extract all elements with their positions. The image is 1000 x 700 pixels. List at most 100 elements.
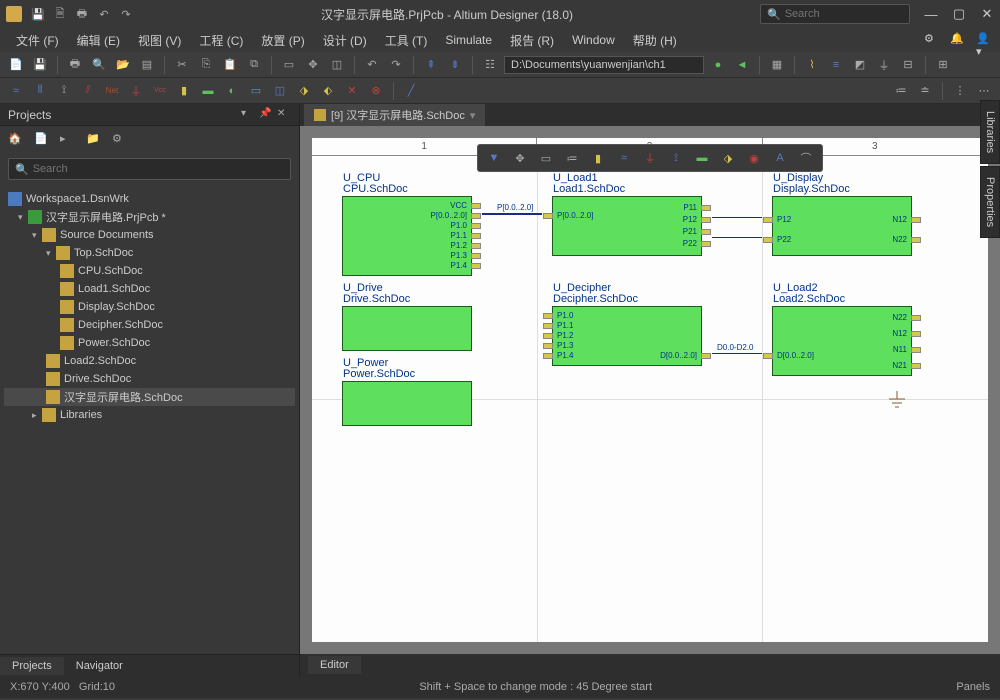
redo-icon[interactable]: ↷ [118,6,134,22]
gear-icon[interactable]: ⚙ [112,132,128,148]
gnd-tool-icon[interactable]: ⏚ [640,148,660,168]
folder-icon[interactable]: 📁 [86,132,102,148]
redo-icon[interactable]: ↷ [386,55,406,75]
netlabel-icon[interactable]: ⊟ [898,55,918,75]
hierarchy-down-icon[interactable]: ⇟ [445,55,465,75]
side-tab-properties[interactable]: Properties [980,166,1000,238]
align-left-icon[interactable]: ≔ [891,81,911,101]
print-icon[interactable]: 🖶 [74,6,90,22]
block-cpu[interactable]: U_CPUCPU.SchDoc VCC P[0.0..2.0] P1.0 P1.… [342,196,472,276]
sheet-entry-icon[interactable]: ◐ [222,81,242,101]
vcc-power-icon[interactable]: Vcc [150,81,170,101]
sheet-symbol-icon[interactable]: ▬ [198,81,218,101]
harness-icon[interactable]: ◫ [270,81,290,101]
no-erc-icon[interactable]: ✕ [342,81,362,101]
tree-top-doc[interactable]: ▾Top.SchDoc [4,244,295,262]
tree-workspace[interactable]: Workspace1.DsnWrk [4,190,295,208]
projects-search[interactable]: 🔍 [8,158,291,180]
new-icon[interactable]: 📄 [6,55,26,75]
net-label-icon[interactable]: Net [102,81,122,101]
bus-icon[interactable]: ≡ [826,55,846,75]
back-icon[interactable]: ◄ [732,55,752,75]
tree-project[interactable]: ▾汉字显示屏电路.PrjPcb * [4,208,295,226]
save-icon[interactable]: 💾 [30,55,50,75]
tree-doc[interactable]: Load2.SchDoc [4,352,295,370]
panel-close-icon[interactable]: ✕ [277,108,291,122]
go-icon[interactable]: ● [708,55,728,75]
menu-design[interactable]: 设计 (D) [315,29,375,52]
panel-pin-icon[interactable]: 📌 [259,108,273,122]
part-icon[interactable]: ▮ [174,81,194,101]
undo-icon[interactable]: ↶ [96,6,112,22]
move-icon[interactable]: ✥ [303,55,323,75]
bus-entry-icon[interactable]: ⫽ [78,81,98,101]
arc-icon[interactable]: ⌒ [796,148,816,168]
menu-place[interactable]: 放置 (P) [253,29,312,52]
menu-report[interactable]: 报告 (R) [502,29,562,52]
line-tool-icon[interactable]: ╱ [401,81,421,101]
hierarchy-icon[interactable]: ▤ [137,55,157,75]
user-icon[interactable]: 👤▾ [976,32,992,48]
save-icon[interactable]: 💾 [30,6,46,22]
hierarchy-up-icon[interactable]: ⇞ [421,55,441,75]
distribute-h-icon[interactable]: ⋯ [974,81,994,101]
tree-source-folder[interactable]: ▾Source Documents [4,226,295,244]
projects-search-input[interactable] [33,163,284,175]
move-cursor-icon[interactable]: ✥ [510,148,530,168]
paste-icon[interactable]: 📋 [220,55,240,75]
off-sheet-icon[interactable]: ⬖ [318,81,338,101]
align-center-icon[interactable]: ≐ [915,81,935,101]
print-icon[interactable]: 🖶 [65,55,85,75]
compile-icon[interactable]: ▸ [60,132,76,148]
power-icon[interactable]: ⏚ [874,55,894,75]
menu-help[interactable]: 帮助 (H) [625,29,685,52]
open-icon[interactable]: 📂 [113,55,133,75]
entry-tool-icon[interactable]: ⬗ [718,148,738,168]
tree-doc[interactable]: CPU.SchDoc [4,262,295,280]
block-drive[interactable]: U_DriveDrive.SchDoc [342,306,472,351]
tree-doc[interactable]: Decipher.SchDoc [4,316,295,334]
grid-icon[interactable]: ⊞ [933,55,953,75]
tree-doc[interactable]: Load1.SchDoc [4,280,295,298]
component-icon[interactable]: ◩ [850,55,870,75]
notification-icon[interactable]: 🔔 [950,32,966,48]
schematic-canvas[interactable]: 1 2 3 U_CPUCPU.SchDoc VCC P[0.0..2.0] P1… [312,138,988,642]
device-sheet-icon[interactable]: ▭ [246,81,266,101]
selection-icon[interactable]: ▭ [536,148,556,168]
tree-doc[interactable]: Power.SchDoc [4,334,295,352]
sheet-tool-icon[interactable]: ▬ [692,148,712,168]
doc-icon[interactable]: 📄 [34,132,50,148]
wire-tool-icon[interactable]: ≈ [6,81,26,101]
panel-dropdown-icon[interactable]: ▾ [241,108,255,122]
menu-simulate[interactable]: Simulate [437,30,500,50]
doc-tab-dropdown-icon[interactable]: ▾ [470,109,476,122]
save-all-icon[interactable]: 🗎 [52,6,68,22]
close-button[interactable]: ✕ [980,7,994,21]
tab-projects[interactable]: Projects [0,657,64,675]
block-decipher[interactable]: U_DecipherDecipher.SchDoc P1.0 P1.1 P1.2… [552,306,702,366]
preview-icon[interactable]: 🔍 [89,55,109,75]
block-load1[interactable]: U_Load1Load1.SchDoc P[0.0..2.0] P11 P12 … [552,196,702,256]
port-icon[interactable]: ⬗ [294,81,314,101]
menu-tools[interactable]: 工具 (T) [377,29,436,52]
block-display[interactable]: U_DisplayDisplay.SchDoc P12 P22 N12 N22 [772,196,912,256]
port-tool-icon[interactable]: ⟟ [666,148,686,168]
panels-button[interactable]: Panels [956,681,990,693]
minimize-button[interactable]: — [924,7,938,21]
generic-no-erc-icon[interactable]: ⊗ [366,81,386,101]
settings-icon[interactable]: ⚙ [924,32,940,48]
path-box[interactable]: D:\Documents\yuanwenjian\ch1 [504,56,704,74]
rubber-stamp-icon[interactable]: ⧉ [244,55,264,75]
global-search[interactable]: 🔍 [760,4,910,24]
menu-project[interactable]: 工程 (C) [191,29,251,52]
schematic-body[interactable]: U_CPUCPU.SchDoc VCC P[0.0..2.0] P1.0 P1.… [312,156,988,642]
browse-icon[interactable]: ☷ [480,55,500,75]
wire-tool-icon[interactable]: ≈ [614,148,634,168]
copy-icon[interactable]: ⎘ [196,55,216,75]
block-load2[interactable]: U_Load2Load2.SchDoc D[0.0..2.0] N22 N12 … [772,306,912,376]
tab-editor[interactable]: Editor [308,656,361,674]
align-icon[interactable]: ▦ [767,55,787,75]
part-tool-icon[interactable]: ▮ [588,148,608,168]
menu-view[interactable]: 视图 (V) [130,29,189,52]
bus-tool-icon[interactable]: ⫴ [30,81,50,101]
